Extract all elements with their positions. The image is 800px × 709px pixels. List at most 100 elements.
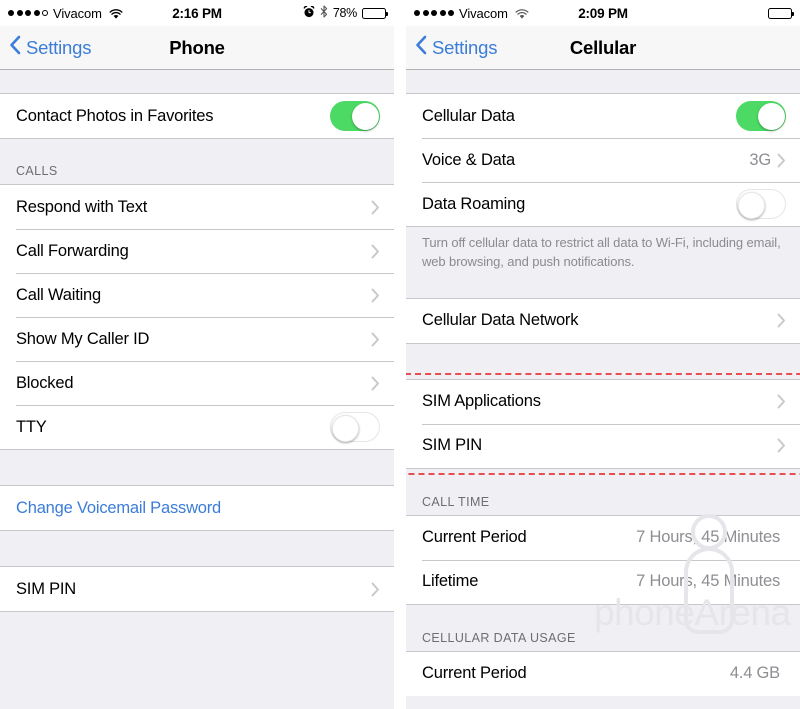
row-label: Current Period <box>422 528 527 547</box>
group-call-time: Current Period 7 Hours, 45 Minutes Lifet… <box>406 514 800 605</box>
group-voicemail: Change Voicemail Password <box>0 485 394 531</box>
clock-time: 2:09 PM <box>578 5 628 21</box>
list-spacer <box>0 450 394 485</box>
left-status-bar: Vivacom 2:16 PM 78% <box>0 0 394 26</box>
back-button-label: Settings <box>26 36 92 58</box>
row-label: Respond with Text <box>16 197 148 216</box>
row-data-roaming[interactable]: Data Roaming <box>406 182 800 226</box>
row-contact-photos-in-favorites[interactable]: Contact Photos in Favorites <box>0 94 394 138</box>
chevron-left-icon <box>415 35 427 60</box>
row-call-waiting[interactable]: Call Waiting <box>0 273 394 317</box>
back-button-settings[interactable]: Settings <box>0 35 91 60</box>
left-nav-bar: Settings Phone <box>0 26 394 70</box>
row-cellular-data[interactable]: Cellular Data <box>406 94 800 138</box>
left-status-right: 78% <box>303 4 389 21</box>
chevron-right-icon <box>371 582 380 597</box>
row-label: SIM PIN <box>16 579 77 598</box>
row-sim-pin[interactable]: SIM PIN <box>406 423 800 468</box>
chevron-right-icon <box>777 438 786 453</box>
row-value: 4.4 GB <box>729 664 780 683</box>
chevron-right-icon <box>777 313 786 328</box>
section-header-call-time: CALL TIME <box>422 494 490 509</box>
group-cellular-data-network: Cellular Data Network <box>406 297 800 344</box>
row-label: Cellular Data <box>422 106 515 125</box>
chevron-right-icon <box>371 244 380 259</box>
row-data-usage-current-period: Current Period 4.4 GB <box>406 651 800 696</box>
row-label: SIM Applications <box>422 392 541 411</box>
panel-divider <box>394 0 406 709</box>
toggle-data-roaming[interactable] <box>736 189 786 219</box>
group-contact-photos: Contact Photos in Favorites <box>0 93 394 139</box>
left-settings-list[interactable]: Contact Photos in Favorites CALLS Respon… <box>0 70 394 709</box>
back-button-settings[interactable]: Settings <box>406 35 497 60</box>
row-value: 7 Hours, 45 Minutes <box>636 572 780 591</box>
list-spacer <box>0 70 394 93</box>
right-phone-screen: Vivacom 2:09 PM Settings Cellular phoneA… <box>406 0 800 709</box>
chevron-right-icon <box>371 376 380 391</box>
row-label: Contact Photos in Favorites <box>16 106 214 125</box>
row-label: Voice & Data <box>422 150 515 169</box>
group-sim: SIM Applications SIM PIN <box>406 372 800 475</box>
row-label: Lifetime <box>422 572 479 591</box>
row-value: 3G <box>749 150 771 169</box>
list-spacer <box>406 343 800 379</box>
battery-percent-label: 78% <box>332 6 357 20</box>
bluetooth-icon <box>320 5 328 21</box>
chevron-left-icon <box>9 35 21 60</box>
toggle-tty[interactable] <box>330 412 380 442</box>
list-spacer <box>406 70 800 93</box>
toggle-cellular-data[interactable] <box>736 101 786 131</box>
back-button-label: Settings <box>432 36 498 58</box>
row-blocked[interactable]: Blocked <box>0 361 394 405</box>
row-cellular-data-network[interactable]: Cellular Data Network <box>406 298 800 343</box>
row-label: Call Forwarding <box>16 241 129 260</box>
row-sim-applications[interactable]: SIM Applications <box>406 379 800 424</box>
alarm-clock-icon <box>303 4 315 21</box>
chevron-right-icon <box>371 200 380 215</box>
row-call-time-current-period: Current Period 7 Hours, 45 Minutes <box>406 515 800 560</box>
chevron-right-icon <box>777 394 786 409</box>
row-sim-pin[interactable]: SIM PIN <box>0 567 394 611</box>
section-header-call-time-wrap: CALL TIME <box>406 468 800 515</box>
row-call-time-lifetime: Lifetime 7 Hours, 45 Minutes <box>406 559 800 604</box>
section-header-calls-wrap: CALLS <box>0 139 394 184</box>
footnote-cellular-data: Turn off cellular data to restrict all d… <box>422 235 781 269</box>
group-calls: Respond with Text Call Forwarding Call W… <box>0 184 394 450</box>
toggle-contact-photos[interactable] <box>330 101 380 131</box>
row-value: 7 Hours, 45 Minutes <box>636 528 780 547</box>
right-settings-list[interactable]: phoneArena Cellular Data Voice & Data 3G <box>406 70 800 709</box>
row-call-forwarding[interactable]: Call Forwarding <box>0 229 394 273</box>
chevron-right-icon <box>371 332 380 347</box>
battery-icon <box>362 7 389 19</box>
chevron-right-icon <box>777 153 786 168</box>
row-label: Change Voicemail Password <box>16 498 222 517</box>
right-status-bar: Vivacom 2:09 PM <box>406 0 800 26</box>
chevron-right-icon <box>371 288 380 303</box>
row-label: Data Roaming <box>422 194 526 213</box>
row-label: Current Period <box>422 664 527 683</box>
row-show-my-caller-id[interactable]: Show My Caller ID <box>0 317 394 361</box>
group-sim-pin: SIM PIN <box>0 566 394 612</box>
list-spacer <box>406 271 800 298</box>
row-respond-with-text[interactable]: Respond with Text <box>0 185 394 229</box>
row-voice-and-data[interactable]: Voice & Data 3G <box>406 138 800 182</box>
row-label: Cellular Data Network <box>422 311 579 330</box>
section-header-calls: CALLS <box>16 164 58 178</box>
row-label: TTY <box>16 417 47 436</box>
group-cellular-data: Cellular Data Voice & Data 3G Data Roami… <box>406 93 800 227</box>
row-label: Blocked <box>16 373 74 392</box>
row-label: SIM PIN <box>422 436 483 455</box>
right-nav-bar: Settings Cellular <box>406 26 800 70</box>
left-phone-screen: Vivacom 2:16 PM 78% Settings Phone Conta… <box>0 0 394 709</box>
row-tty[interactable]: TTY <box>0 405 394 449</box>
row-label: Call Waiting <box>16 285 102 304</box>
dual-screenshot-comparison: Vivacom 2:16 PM 78% Settings Phone Conta… <box>0 0 800 709</box>
row-change-voicemail-password[interactable]: Change Voicemail Password <box>0 486 394 530</box>
row-label: Show My Caller ID <box>16 329 150 348</box>
section-header-cellular-data-usage: CELLULAR DATA USAGE <box>422 630 576 645</box>
battery-icon <box>768 7 795 19</box>
group-cellular-data-usage: Current Period 4.4 GB <box>406 650 800 696</box>
list-spacer <box>0 531 394 566</box>
section-header-data-usage-wrap: CELLULAR DATA USAGE <box>406 604 800 651</box>
right-status-right <box>768 7 795 19</box>
